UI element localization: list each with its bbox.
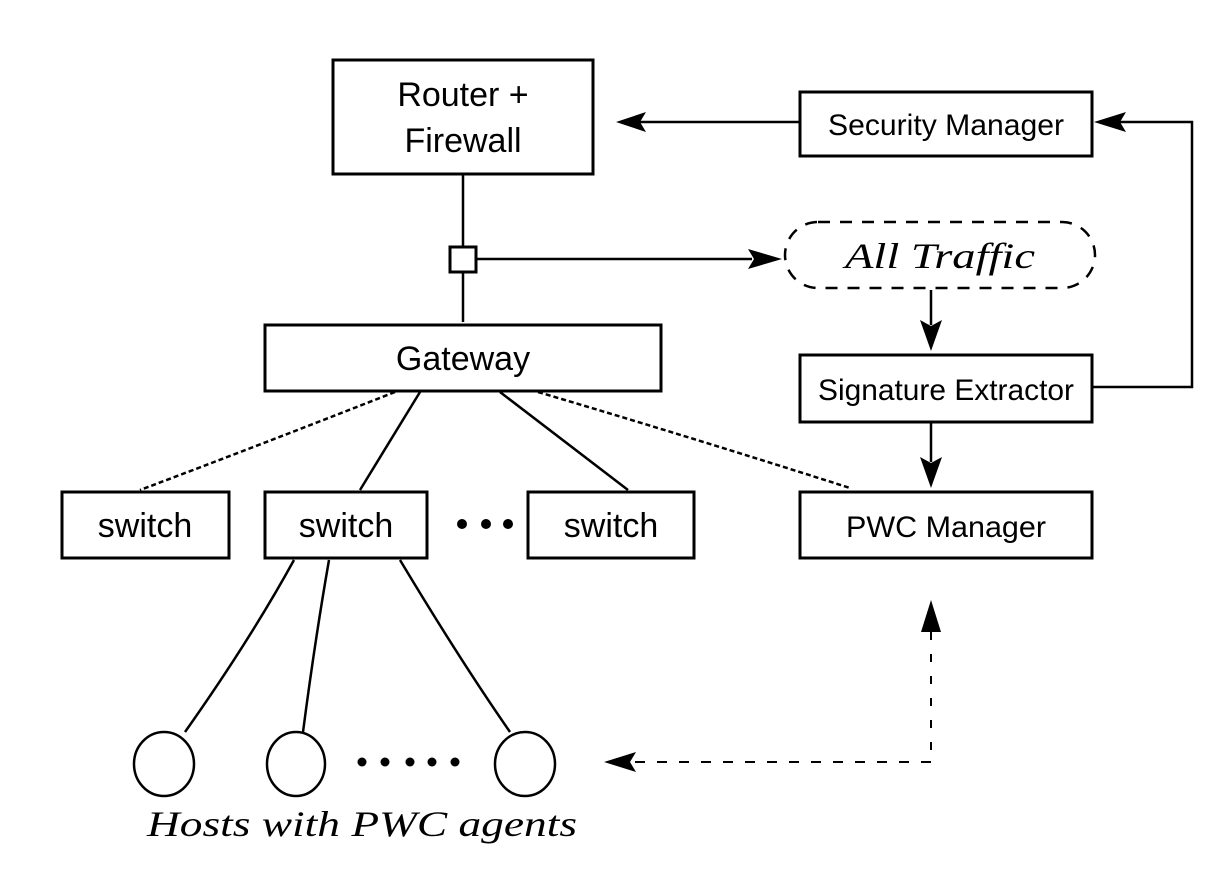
host-icon (265, 730, 327, 798)
node-all-traffic: All Traffic (783, 220, 1097, 290)
node-switch-2: switch (263, 490, 429, 560)
all-traffic-label: All Traffic (842, 236, 1035, 276)
router-label-line2: Firewall (404, 122, 521, 160)
arrowhead-icon (748, 249, 782, 269)
switch-label: switch (299, 507, 393, 545)
edge-switch-to-host-1 (183, 559, 296, 733)
edge-gateway-to-switch-2 (358, 391, 422, 491)
switch-ellipsis-icon (457, 519, 513, 529)
host-icon (493, 730, 557, 798)
node-switch-3: switch (526, 490, 696, 560)
arrowhead-icon (604, 752, 636, 772)
router-label-line1: Router + (397, 76, 528, 114)
edge-switch-to-host-3 (398, 559, 512, 733)
arrowhead-icon (921, 600, 941, 632)
switch-label: switch (98, 507, 192, 545)
node-gateway: Gateway (263, 323, 663, 393)
pwc-manager-label: PWC Manager (846, 511, 1046, 544)
security-manager-label: Security Manager (828, 109, 1064, 142)
traffic-tap (448, 245, 478, 274)
signature-extractor-label: Signature Extractor (818, 374, 1074, 407)
node-switch-1: switch (60, 490, 231, 560)
edge-gateway-to-switch-1 (139, 390, 396, 492)
host-icon (132, 730, 196, 798)
node-pwc-manager: PWC Manager (798, 490, 1094, 560)
edge-gateway-to-switch-3 (499, 391, 629, 491)
node-security-manager: Security Manager (798, 90, 1094, 158)
network-diagram: Router + Firewall Security Manager All T… (60, 58, 1194, 844)
edge-switch-to-host-2 (301, 559, 331, 733)
node-signature-extractor: Signature Extractor (798, 353, 1094, 424)
switch-label: switch (564, 507, 658, 545)
edge-extractor-to-security (1092, 120, 1194, 389)
host-ellipsis-icon (357, 757, 460, 767)
hosts-caption: Hosts with PWC agents (146, 804, 577, 844)
gateway-label: Gateway (396, 340, 530, 378)
node-router-firewall: Router + Firewall (331, 58, 595, 176)
